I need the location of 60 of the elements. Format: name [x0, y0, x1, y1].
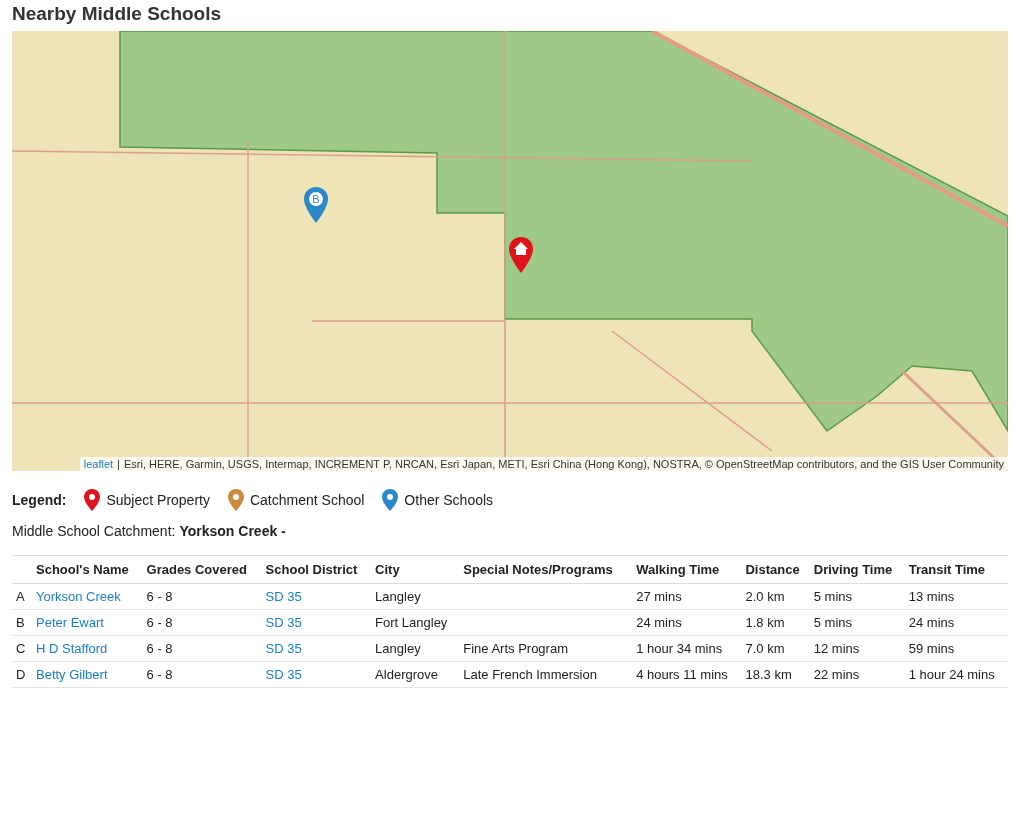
- column-header: Walking Time: [632, 555, 742, 584]
- legend-text: Subject Property: [106, 492, 210, 508]
- school-link[interactable]: H D Stafford: [36, 641, 108, 656]
- table-cell: 27 mins: [632, 583, 742, 610]
- table-cell: 1 hour 24 mins: [904, 661, 1008, 688]
- table-cell: 22 mins: [809, 661, 905, 688]
- table-cell: 4 hours 11 mins: [632, 661, 742, 688]
- leaflet-link[interactable]: leaflet: [83, 458, 114, 470]
- district-link[interactable]: SD 35: [265, 589, 302, 604]
- table-cell: 6 - 8: [142, 609, 262, 636]
- column-header: School's Name: [32, 555, 143, 584]
- column-header: Driving Time: [809, 555, 905, 584]
- column-header: City: [371, 555, 460, 584]
- table-cell: 1 hour 34 mins: [632, 635, 742, 662]
- table-cell: 5 mins: [809, 583, 905, 610]
- section-title: Nearby Middle Schools: [12, 2, 223, 26]
- district-link[interactable]: SD 35: [265, 615, 302, 630]
- column-header: Transit Time: [904, 555, 1008, 584]
- table-cell: 6 - 8: [142, 583, 262, 610]
- table-cell: 1.8 km: [741, 609, 810, 636]
- legend-text: Catchment School: [249, 492, 365, 508]
- attribution-text: Esri, HERE, Garmin, USGS, Intermap, INCREMENT P, NRCAN, Esri Japan, METI, Esri China (Hong Kong), NOSTRA, © OpenStreetMap contributors, and the GIS User Community: [123, 458, 1004, 470]
- table-cell: 5 mins: [809, 609, 905, 636]
- table-cell: 13 mins: [904, 583, 1008, 610]
- table-cell: 18.3 km: [741, 661, 810, 688]
- school-link[interactable]: Betty Gilbert: [36, 667, 108, 682]
- row-letter: C: [12, 635, 32, 662]
- map[interactable]: B leaflet | Esri, HERE, Garmin, USGS, Intermap, INCREMENT P, NRCAN, Esri Japan, METI, Esri China (Hong Kong), NOSTRA, © OpenStreetMap contributors, and the GIS User Community: [12, 31, 1008, 471]
- house-pin-icon[interactable]: [509, 237, 533, 273]
- catchment-label: Middle School Catchment:: [12, 523, 176, 539]
- table-cell: 12 mins: [809, 635, 905, 662]
- catchment-value: Yorkson Creek -: [179, 523, 286, 539]
- table-cell: Aldergrove: [371, 661, 460, 688]
- column-header: Special Notes/Programs: [459, 555, 633, 584]
- table-cell: Langley: [371, 635, 460, 662]
- row-letter: D: [12, 661, 32, 688]
- school-link[interactable]: Peter Ewart: [36, 615, 104, 630]
- map-pin-icon[interactable]: B: [304, 187, 328, 223]
- table-cell: Fine Arts Program: [463, 641, 568, 656]
- column-header: School District: [261, 555, 372, 584]
- table-cell: 6 - 8: [142, 661, 262, 688]
- separator: |: [117, 458, 120, 470]
- table-cell: 2.0 km: [741, 583, 810, 610]
- school-link[interactable]: Yorkson Creek: [36, 589, 121, 604]
- table-cell: 6 - 8: [142, 635, 262, 662]
- table-cell: Fort Langley: [371, 609, 460, 636]
- table-cell: 59 mins: [904, 635, 1008, 662]
- district-link[interactable]: SD 35: [265, 641, 302, 656]
- row-letter: A: [12, 583, 32, 610]
- column-header: Grades Covered: [142, 555, 262, 584]
- column-header: Distance: [741, 555, 810, 584]
- legend-text: Other Schools: [404, 492, 494, 508]
- table-cell: Late French Immersion: [463, 667, 597, 682]
- table-cell: 24 mins: [904, 609, 1008, 636]
- row-letter: B: [12, 609, 32, 636]
- legend-label: Legend:: [12, 492, 67, 508]
- table-cell: 7.0 km: [741, 635, 810, 662]
- table-cell: Langley: [371, 583, 460, 610]
- district-link[interactable]: SD 35: [265, 667, 302, 682]
- table-cell: 24 mins: [632, 609, 742, 636]
